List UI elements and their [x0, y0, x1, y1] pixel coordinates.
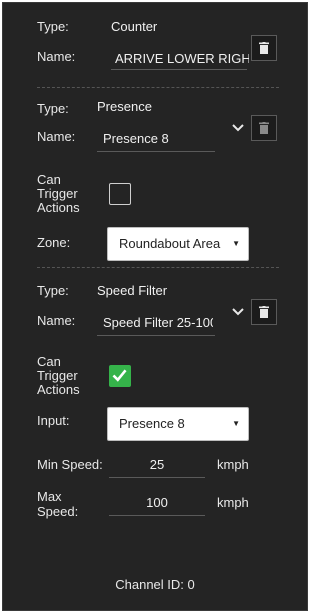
input-select[interactable]: Presence 8 ▼: [107, 407, 249, 441]
name-input-value: ARRIVE LOWER RIGHT: [115, 51, 249, 66]
min-speed-input[interactable]: 25: [109, 453, 205, 478]
max-speed-value: 100: [146, 495, 168, 510]
channel-id-label: Channel ID: 0: [115, 577, 195, 592]
name-label: Name:: [37, 313, 76, 328]
section-divider: [37, 87, 279, 88]
input-select-value: Presence 8: [119, 416, 185, 431]
can-trigger-label-line: Actions: [37, 200, 80, 215]
min-speed-label: Min Speed:: [37, 457, 103, 472]
delete-button[interactable]: [251, 115, 277, 141]
zone-select[interactable]: Roundabout Area ▼: [107, 227, 249, 261]
section-divider: [37, 267, 279, 268]
type-value: Counter: [111, 19, 158, 34]
input-label: Input:: [37, 413, 70, 428]
max-speed-label-line: Max: [37, 489, 62, 504]
caret-down-icon: ▼: [232, 419, 240, 428]
trash-icon: [259, 306, 269, 318]
type-label: Type:: [37, 101, 69, 116]
can-trigger-label-line: Can: [37, 354, 61, 369]
can-trigger-checkbox[interactable]: [109, 183, 131, 205]
checkmark-icon: [112, 369, 127, 382]
caret-down-icon: ▼: [232, 239, 240, 248]
max-speed-label-line: Speed:: [37, 504, 79, 519]
trash-icon: [259, 122, 269, 134]
delete-button[interactable]: [251, 299, 277, 325]
name-label: Name:: [37, 129, 76, 144]
zone-select-value: Roundabout Area: [119, 236, 221, 251]
type-value: Speed Filter: [97, 283, 168, 298]
can-trigger-label-line: Actions: [37, 382, 80, 397]
can-trigger-label: Can Trigger Actions: [37, 355, 80, 397]
max-speed-unit: kmph: [217, 495, 249, 510]
can-trigger-label-line: Can: [37, 172, 61, 187]
chevron-down-icon[interactable]: [231, 307, 245, 317]
can-trigger-label-line: Trigger: [37, 186, 78, 201]
type-label: Type:: [37, 283, 69, 298]
type-label: Type:: [37, 19, 69, 34]
can-trigger-label-line: Trigger: [37, 368, 78, 383]
name-label: Name:: [37, 49, 76, 64]
can-trigger-label: Can Trigger Actions: [37, 173, 80, 215]
type-value: Presence: [97, 99, 152, 114]
name-input-value: Presence 8: [103, 131, 169, 146]
delete-button[interactable]: [251, 35, 277, 61]
channel-panel: Type: Counter Name: ARRIVE LOWER RIGHT T…: [2, 2, 308, 611]
max-speed-input[interactable]: 100: [109, 491, 205, 516]
zone-label: Zone:: [37, 235, 71, 250]
min-speed-unit: kmph: [217, 457, 249, 472]
can-trigger-checkbox[interactable]: [109, 365, 131, 387]
name-input[interactable]: ARRIVE LOWER RIGHT: [111, 47, 249, 70]
chevron-down-icon[interactable]: [231, 123, 245, 133]
name-input[interactable]: Presence 8: [97, 127, 215, 152]
name-input[interactable]: Speed Filter 25-100: [97, 309, 215, 336]
min-speed-value: 25: [149, 457, 165, 472]
trash-icon: [259, 42, 269, 54]
name-input-value: Speed Filter 25-100: [103, 315, 213, 330]
max-speed-label: Max Speed:: [37, 489, 78, 519]
